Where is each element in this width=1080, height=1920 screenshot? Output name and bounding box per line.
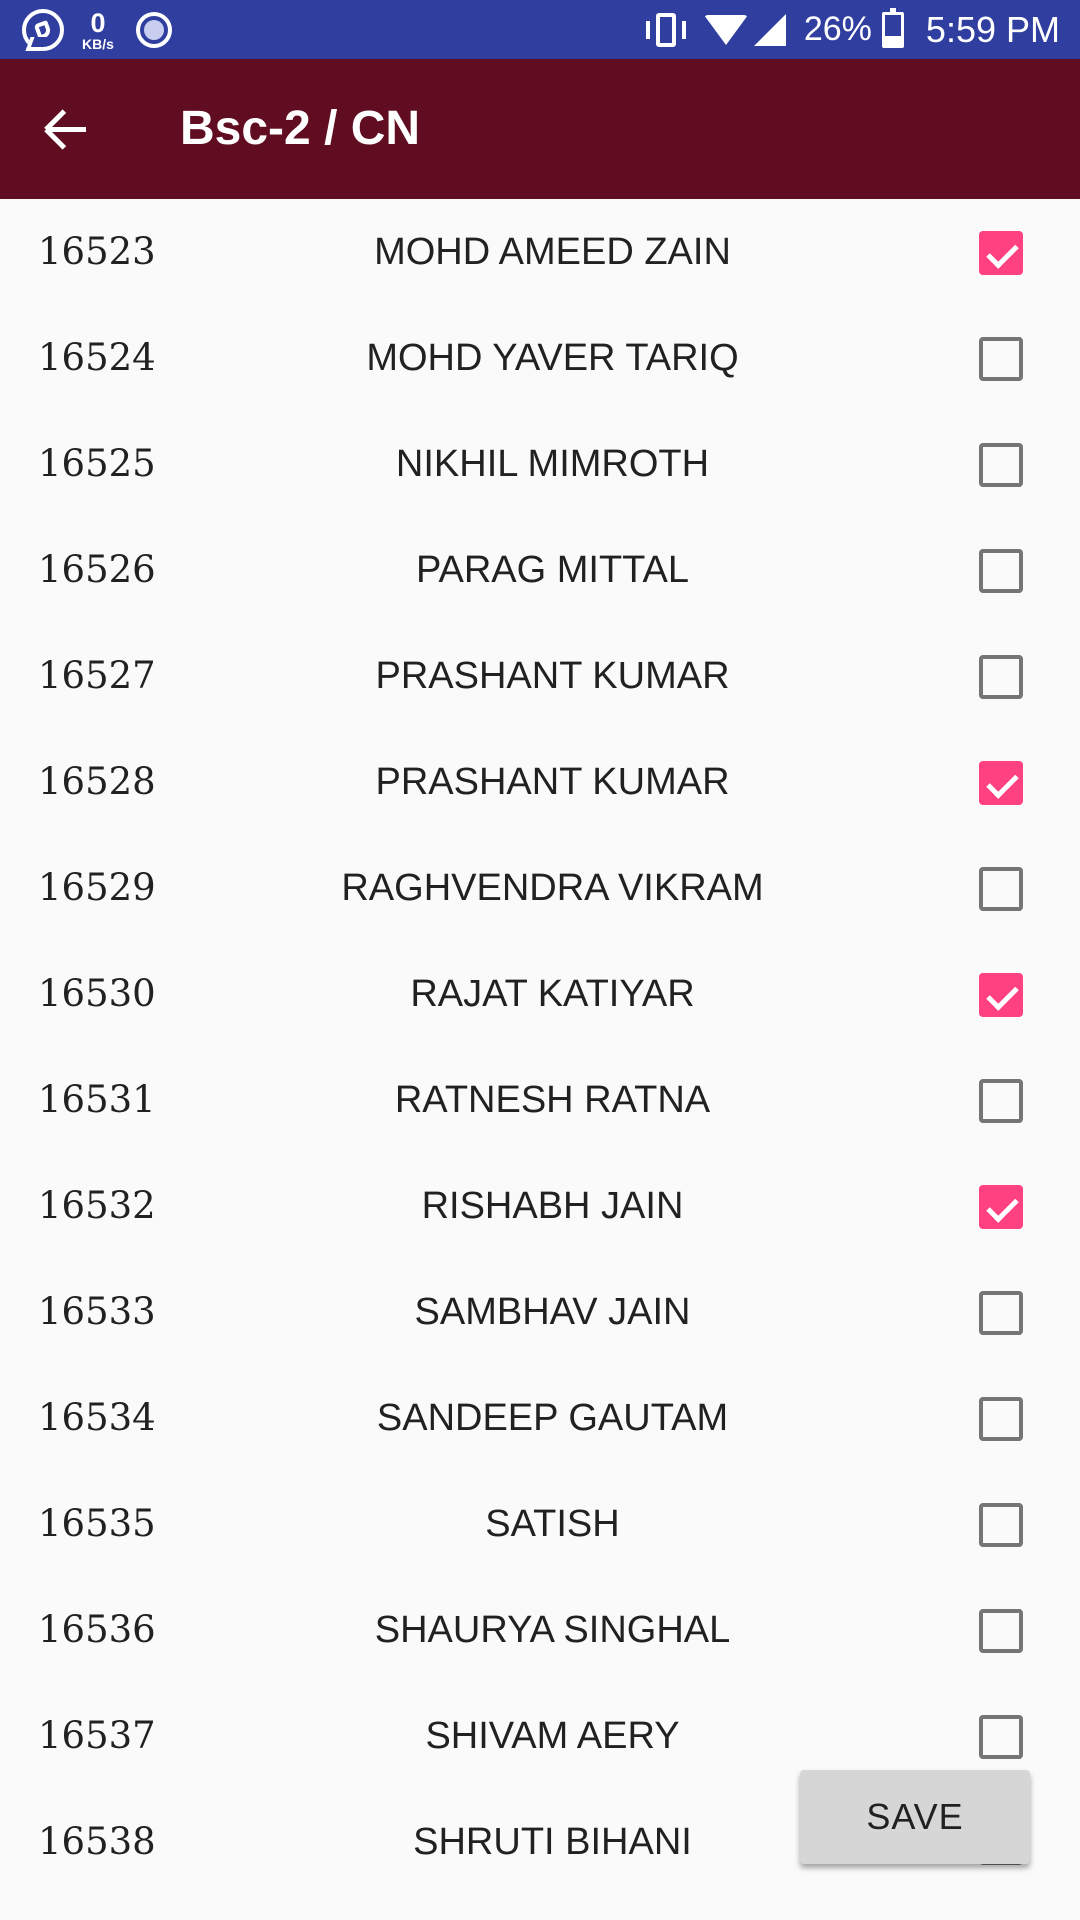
- attendance-checkbox[interactable]: [979, 761, 1023, 805]
- wifi-icon: [703, 14, 748, 45]
- roll-number: 16524: [38, 336, 156, 379]
- screen-record-icon: [135, 12, 172, 48]
- vibrate-icon: [642, 12, 690, 47]
- list-item: 16525 NIKHIL MIMROTH: [0, 411, 1080, 517]
- list-item: 16536 SHAURYA SINGHAL: [0, 1577, 1080, 1683]
- arrow-back-icon[interactable]: [40, 101, 100, 157]
- list-item: 16534 SANDEEP GAUTAM: [0, 1365, 1080, 1471]
- clock: 5:59 PM: [925, 8, 1060, 50]
- student-name: MOHD YAVER TARIQ: [366, 337, 739, 379]
- student-name: SHAURYA SINGHAL: [374, 1609, 731, 1651]
- student-name: SHIVAM AERY: [425, 1715, 680, 1757]
- roll-number: 16533: [38, 1290, 156, 1333]
- roll-number: 16536: [38, 1608, 156, 1651]
- battery-percent: 26%: [803, 10, 872, 48]
- student-list: 16523 MOHD AMEED ZAIN 16524 MOHD YAVER T…: [0, 199, 1080, 1895]
- attendance-checkbox[interactable]: [979, 1715, 1023, 1759]
- roll-number: 16531: [38, 1078, 156, 1121]
- roll-number: 16525: [38, 442, 156, 485]
- list-item: 16529 RAGHVENDRA VIKRAM: [0, 835, 1080, 941]
- student-name: MOHD AMEED ZAIN: [374, 231, 731, 273]
- attendance-checkbox[interactable]: [979, 655, 1023, 699]
- attendance-checkbox[interactable]: [979, 1185, 1023, 1229]
- attendance-checkbox[interactable]: [979, 1503, 1023, 1547]
- list-item: 16531 RATNESH RATNA: [0, 1047, 1080, 1153]
- list-item: 16527 PRASHANT KUMAR: [0, 623, 1080, 729]
- list-item: 16530 RAJAT KATIYAR: [0, 941, 1080, 1047]
- save-button[interactable]: SAVE: [800, 1770, 1030, 1864]
- student-name: RAGHVENDRA VIKRAM: [341, 867, 764, 909]
- attendance-checkbox[interactable]: [979, 443, 1023, 487]
- list-item: 16524 MOHD YAVER TARIQ: [0, 305, 1080, 411]
- status-right: 26% 5:59 PM: [642, 0, 1060, 59]
- list-item: 16532 RISHABH JAIN: [0, 1153, 1080, 1259]
- page-title: Bsc-2 / CN: [180, 102, 421, 155]
- network-speed: 0 KB/s: [82, 7, 114, 52]
- network-speed-value: 0: [90, 7, 106, 38]
- student-name: SANDEEP GAUTAM: [376, 1397, 729, 1439]
- roll-number: 16528: [38, 760, 156, 803]
- roll-number: 16532: [38, 1184, 156, 1227]
- battery-charging-icon: [881, 7, 904, 48]
- roll-number: 16529: [38, 866, 156, 909]
- attendance-checkbox[interactable]: [979, 867, 1023, 911]
- student-name: SHRUTI BIHANI: [413, 1821, 692, 1863]
- roll-number: 16526: [38, 548, 156, 591]
- attendance-checkbox[interactable]: [979, 1079, 1023, 1123]
- signal-icon: [753, 13, 786, 46]
- list-item: 16535 SATISH: [0, 1471, 1080, 1577]
- list-item: 16526 PARAG MITTAL: [0, 517, 1080, 623]
- attendance-checkbox[interactable]: [979, 337, 1023, 381]
- status-bar: 0 KB/s 26% 5:59 PM: [0, 0, 1080, 59]
- roll-number: 16535: [38, 1502, 156, 1545]
- status-left: 0 KB/s: [22, 8, 172, 52]
- attendance-checkbox[interactable]: [979, 549, 1023, 593]
- list-item: 16528 PRASHANT KUMAR: [0, 729, 1080, 835]
- student-name: RATNESH RATNA: [394, 1079, 711, 1121]
- roll-number: 16530: [38, 972, 156, 1015]
- student-name: SATISH: [485, 1503, 620, 1545]
- student-name: PRASHANT KUMAR: [375, 761, 730, 803]
- attendance-checkbox[interactable]: [979, 1291, 1023, 1335]
- app-bar: Bsc-2 / CN: [0, 59, 1080, 199]
- list-item: 16533 SAMBHAV JAIN: [0, 1259, 1080, 1365]
- attendance-checkbox[interactable]: [979, 973, 1023, 1017]
- student-name: PARAG MITTAL: [415, 549, 690, 591]
- attendance-checkbox[interactable]: [979, 1397, 1023, 1441]
- roll-number: 16527: [38, 654, 156, 697]
- list-item: 16523 MOHD AMEED ZAIN: [0, 199, 1080, 305]
- roll-number: 16537: [38, 1714, 156, 1757]
- student-name: RAJAT KATIYAR: [410, 973, 695, 1015]
- attendance-checkbox[interactable]: [979, 1609, 1023, 1653]
- whatsapp-icon: [22, 9, 64, 51]
- roll-number: 16538: [38, 1820, 156, 1863]
- student-name: PRASHANT KUMAR: [375, 655, 730, 697]
- student-name: NIKHIL MIMROTH: [395, 443, 710, 485]
- roll-number: 16523: [38, 230, 156, 273]
- roll-number: 16534: [38, 1396, 156, 1439]
- network-speed-unit: KB/s: [82, 35, 114, 52]
- attendance-checkbox[interactable]: [979, 231, 1023, 275]
- student-name: SAMBHAV JAIN: [414, 1291, 691, 1333]
- student-name: RISHABH JAIN: [421, 1185, 684, 1227]
